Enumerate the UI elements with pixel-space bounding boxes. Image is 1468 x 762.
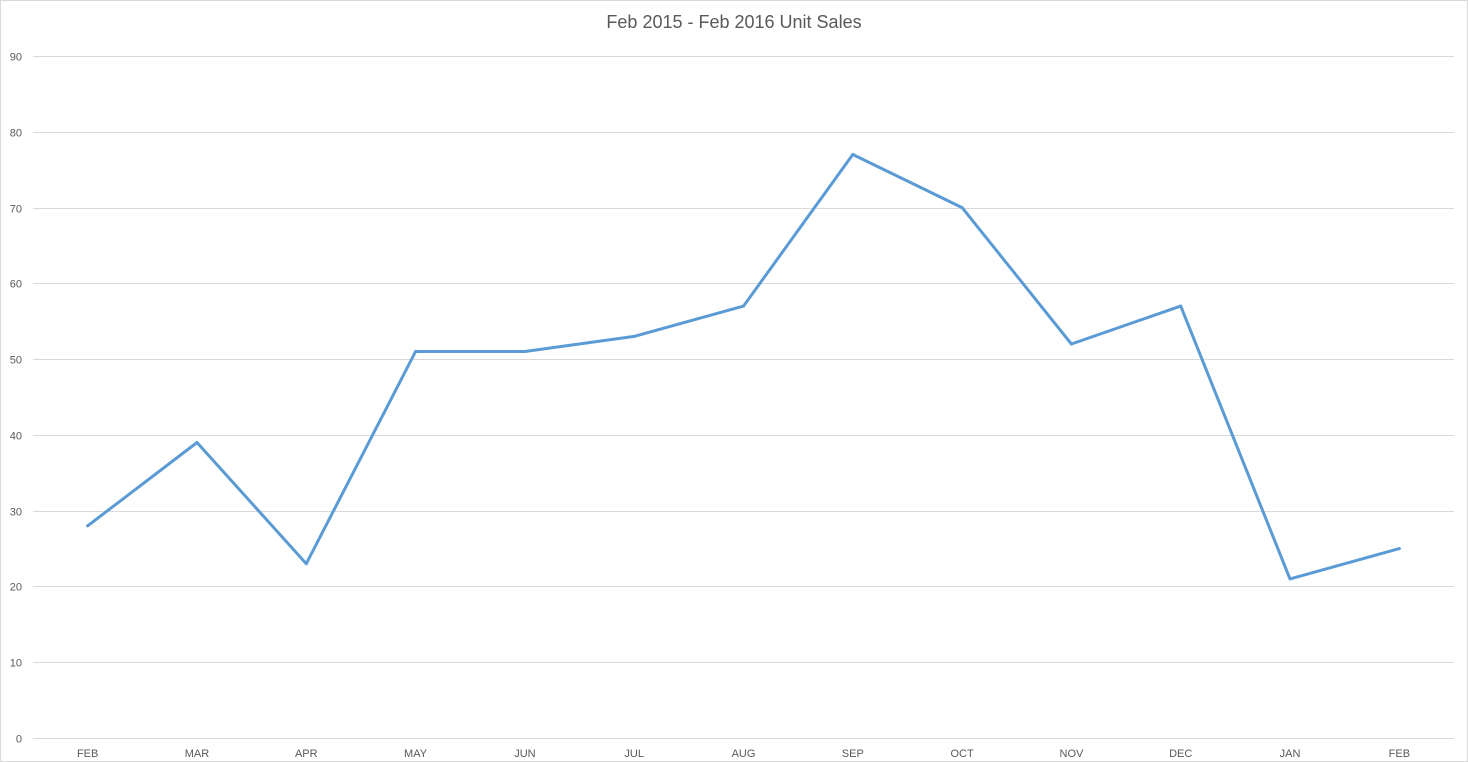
x-tick-label: FEB bbox=[1389, 748, 1410, 760]
x-tick-label: MAY bbox=[404, 748, 428, 760]
gridlines bbox=[33, 56, 1454, 739]
y-tick-label: 40 bbox=[10, 431, 22, 443]
y-tick-label: 80 bbox=[10, 128, 22, 140]
y-tick-label: 70 bbox=[10, 204, 22, 216]
y-axis-ticks: 0 10 20 30 40 50 60 70 80 90 bbox=[10, 52, 22, 746]
line-chart: 0 10 20 30 40 50 60 70 80 90 FEB MAR APR MAY JUN JUL AU… bbox=[10, 52, 1454, 760]
data-point bbox=[304, 562, 308, 566]
y-tick-label: 30 bbox=[10, 507, 22, 519]
x-tick-label: JAN bbox=[1280, 748, 1301, 760]
x-tick-label: MAR bbox=[185, 748, 210, 760]
data-point bbox=[195, 441, 199, 444]
data-point bbox=[523, 350, 527, 353]
chart-frame: Feb 2015 - Feb 2016 Unit Sales 0 10 20 30 40… bbox=[0, 0, 1468, 762]
x-axis-ticks: FEB MAR APR MAY JUN JUL AUG SEP OCT NOV DEC JAN FEB bbox=[77, 748, 1410, 760]
data-point bbox=[1397, 547, 1401, 551]
x-tick-label: AUG bbox=[732, 748, 756, 760]
y-tick-label: 90 bbox=[10, 52, 22, 64]
x-tick-label: OCT bbox=[950, 748, 974, 760]
data-point bbox=[960, 206, 964, 210]
y-tick-label: 20 bbox=[10, 582, 22, 594]
x-tick-label: FEB bbox=[77, 748, 98, 760]
x-tick-label: APR bbox=[295, 748, 318, 760]
x-tick-label: NOV bbox=[1060, 748, 1085, 760]
x-tick-label: DEC bbox=[1169, 748, 1192, 760]
y-tick-label: 10 bbox=[10, 658, 22, 670]
data-point bbox=[1069, 342, 1073, 346]
y-tick-label: 0 bbox=[16, 734, 22, 746]
y-tick-label: 50 bbox=[10, 355, 22, 367]
series-group bbox=[86, 153, 1401, 581]
data-point bbox=[1288, 577, 1292, 581]
data-point bbox=[851, 153, 855, 156]
data-point bbox=[742, 304, 745, 308]
x-tick-label: SEP bbox=[842, 748, 864, 760]
series-line-0 bbox=[86, 153, 1401, 581]
data-point bbox=[86, 524, 90, 528]
x-tick-label: JUN bbox=[514, 748, 535, 760]
data-point bbox=[414, 350, 418, 353]
data-point bbox=[1179, 304, 1183, 308]
y-tick-label: 60 bbox=[10, 279, 22, 291]
data-point bbox=[632, 334, 636, 338]
x-tick-label: JUL bbox=[624, 748, 644, 760]
